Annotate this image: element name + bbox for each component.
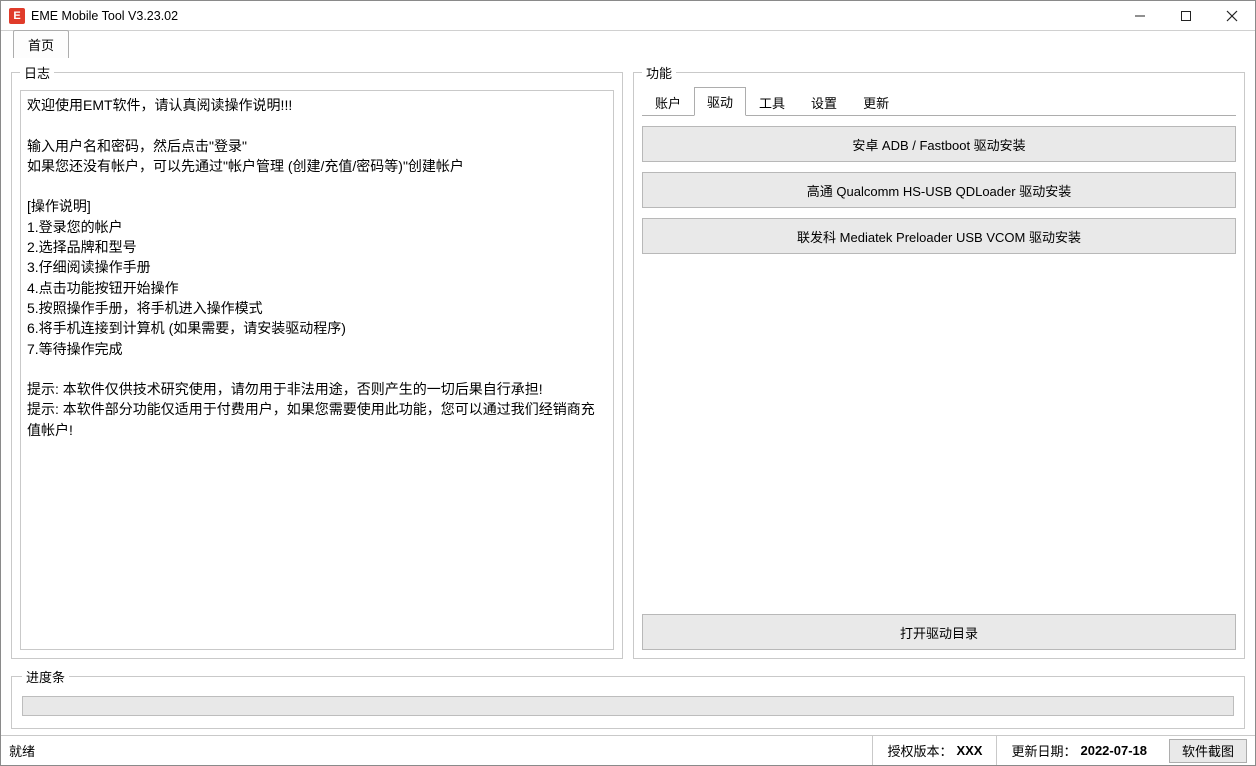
status-update-label: 更新日期： <box>1011 741 1076 760</box>
status-update-value: 2022-07-18 <box>1080 743 1147 758</box>
open-driver-directory-button[interactable]: 打开驱动目录 <box>642 614 1236 650</box>
log-textarea[interactable]: 欢迎使用EMT软件，请认真阅读操作说明!!! 输入用户名和密码，然后点击"登录"… <box>20 90 614 650</box>
titlebar: E EME Mobile Tool V3.23.02 <box>1 1 1255 31</box>
close-icon <box>1226 10 1238 22</box>
function-panel: 功能 账户 驱动 工具 设置 更新 安卓 ADB / Fastboot 驱动安装… <box>633 63 1245 659</box>
minimize-icon <box>1134 10 1146 22</box>
status-ready: 就绪 <box>9 741 35 760</box>
tab-home[interactable]: 首页 <box>13 30 69 58</box>
tab-account[interactable]: 账户 <box>642 88 694 116</box>
window-title: EME Mobile Tool V3.23.02 <box>31 9 178 23</box>
progress-panel: 进度条 <box>11 667 1245 729</box>
status-update-date: 更新日期： 2022-07-18 <box>996 736 1161 765</box>
minimize-button[interactable] <box>1117 1 1163 30</box>
function-legend: 功能 <box>642 63 676 82</box>
install-mediatek-driver-button[interactable]: 联发科 Mediatek Preloader USB VCOM 驱动安装 <box>642 218 1236 254</box>
main-content: 日志 欢迎使用EMT软件，请认真阅读操作说明!!! 输入用户名和密码，然后点击"… <box>1 57 1255 659</box>
driver-tab-content: 安卓 ADB / Fastboot 驱动安装 高通 Qualcomm HS-US… <box>642 126 1236 650</box>
function-tabstrip: 账户 驱动 工具 设置 更新 <box>642 90 1236 116</box>
maximize-icon <box>1180 10 1192 22</box>
tab-driver[interactable]: 驱动 <box>694 87 746 116</box>
app-icon: E <box>9 8 25 24</box>
tab-tools[interactable]: 工具 <box>746 88 798 116</box>
log-legend: 日志 <box>20 63 54 82</box>
log-panel: 日志 欢迎使用EMT软件，请认真阅读操作说明!!! 输入用户名和密码，然后点击"… <box>11 63 623 659</box>
close-button[interactable] <box>1209 1 1255 30</box>
tab-update[interactable]: 更新 <box>850 88 902 116</box>
status-license-label: 授权版本： <box>887 741 952 760</box>
statusbar: 就绪 授权版本： XXX 更新日期： 2022-07-18 软件截图 <box>1 735 1255 765</box>
main-tabstrip: 首页 <box>1 31 1255 57</box>
install-qualcomm-driver-button[interactable]: 高通 Qualcomm HS-USB QDLoader 驱动安装 <box>642 172 1236 208</box>
app-window: E EME Mobile Tool V3.23.02 首页 日志 欢迎使用EMT… <box>0 0 1256 766</box>
progress-bar <box>22 696 1234 716</box>
status-license: 授权版本： XXX <box>872 736 996 765</box>
status-license-value: XXX <box>956 743 982 758</box>
tab-settings[interactable]: 设置 <box>798 88 850 116</box>
maximize-button[interactable] <box>1163 1 1209 30</box>
screenshot-button[interactable]: 软件截图 <box>1169 739 1247 763</box>
progress-legend: 进度条 <box>22 667 69 686</box>
install-adb-driver-button[interactable]: 安卓 ADB / Fastboot 驱动安装 <box>642 126 1236 162</box>
